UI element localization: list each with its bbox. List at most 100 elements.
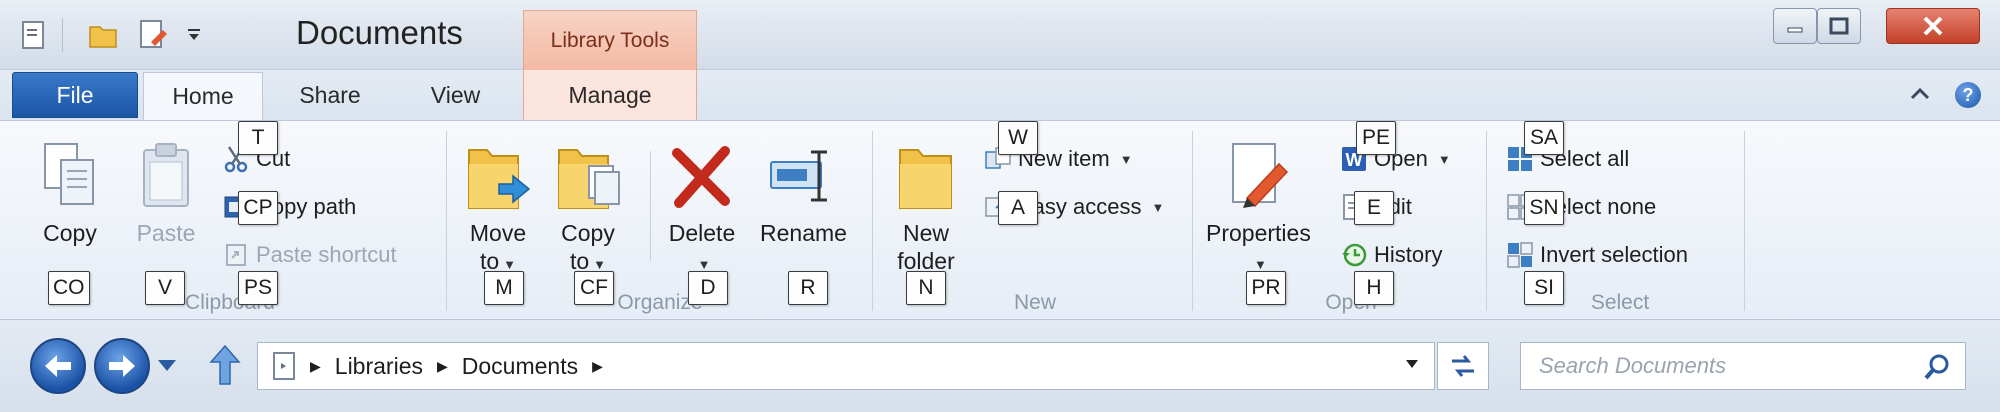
forward-arrow-icon <box>109 355 135 377</box>
keytip-easy-access: A <box>998 191 1038 225</box>
recent-locations-dropdown-icon[interactable] <box>156 356 178 379</box>
window-title: Documents <box>296 14 463 51</box>
dropdown-arrow-icon: ▼ <box>1119 151 1133 167</box>
keytip-history: H <box>1354 271 1394 305</box>
refresh-button[interactable] <box>1437 342 1489 390</box>
keytip-properties: PR <box>1246 271 1286 305</box>
tab-view[interactable]: View <box>408 72 503 118</box>
rename-label: Rename <box>760 220 847 246</box>
clipboard-group-label: Clipboard <box>185 291 275 314</box>
dropdown-arrow-icon: ▼ <box>697 257 711 272</box>
invert-selection-icon <box>1506 241 1534 269</box>
back-button[interactable] <box>30 338 86 394</box>
history-label: History <box>1374 242 1443 267</box>
keytip-copy: CO <box>48 271 90 305</box>
paste-label: Paste <box>136 220 196 246</box>
group-separator <box>872 131 873 311</box>
keytip-copy-path: CP <box>238 191 278 225</box>
breadcrumb-arrow-icon[interactable]: ▶ <box>437 358 448 375</box>
address-history-dropdown-icon[interactable] <box>1404 357 1420 376</box>
properties-icon[interactable] <box>16 16 52 54</box>
keytip-delete: D <box>688 271 728 305</box>
move-to-button[interactable]: Move to ▼ <box>462 133 534 279</box>
dropdown-arrow-icon: ▼ <box>1151 199 1165 215</box>
keytip-select-all: SA <box>1524 121 1564 155</box>
address-bar[interactable]: ▶ Libraries ▶ Documents ▶ <box>257 342 1435 390</box>
move-to-icon <box>462 133 534 219</box>
delete-label: Delete <box>668 220 736 246</box>
tab-file[interactable]: File <box>12 72 138 118</box>
paste-button[interactable]: Paste <box>130 133 202 247</box>
paste-shortcut-button[interactable]: Paste shortcut <box>222 237 397 273</box>
up-arrow-icon <box>209 344 241 385</box>
properties-large-icon <box>1222 133 1294 219</box>
edit-icon[interactable] <box>134 16 172 54</box>
new-folder-icon[interactable] <box>84 16 122 54</box>
keytip-paste: V <box>145 271 185 305</box>
forward-button[interactable] <box>94 338 150 394</box>
title-bar: Documents Library Tools <box>0 0 2000 70</box>
keytip-new-folder: N <box>906 271 946 305</box>
copy-to-icon <box>552 133 624 219</box>
group-separator <box>446 131 447 311</box>
minimize-button[interactable] <box>1773 8 1817 44</box>
keytip-move-to: M <box>484 271 524 305</box>
keytip-cut: T <box>238 121 278 155</box>
properties-button[interactable]: Properties ▼ <box>1206 133 1311 279</box>
maximize-button[interactable] <box>1817 8 1861 44</box>
tab-manage[interactable]: Manage <box>523 70 697 120</box>
paste-shortcut-label: Paste shortcut <box>256 242 397 267</box>
library-location-icon <box>272 351 296 381</box>
dropdown-arrow-icon: ▼ <box>593 257 607 272</box>
history-icon <box>1340 241 1368 269</box>
move-to-label-1: Move <box>469 220 527 246</box>
rename-button[interactable]: Rename <box>760 133 847 247</box>
keytip-copy-to: CF <box>574 271 614 305</box>
invert-selection-button[interactable]: Invert selection <box>1506 237 1688 273</box>
quick-access-separator <box>62 18 63 52</box>
up-button[interactable] <box>208 342 242 393</box>
copy-label: Copy <box>43 220 97 246</box>
copy-icon <box>34 133 106 219</box>
dropdown-arrow-icon: ▼ <box>1437 151 1451 167</box>
group-separator <box>650 151 651 261</box>
keytip-select-none: SN <box>1524 191 1564 225</box>
customize-dropdown-icon[interactable] <box>180 16 208 54</box>
keytip-invert-selection: SI <box>1524 271 1564 305</box>
help-icon[interactable]: ? <box>1955 82 1981 108</box>
tab-share[interactable]: Share <box>280 72 380 118</box>
close-icon <box>1923 16 1943 36</box>
breadcrumb-documents[interactable]: Documents <box>462 353 578 380</box>
tab-home[interactable]: Home <box>143 72 263 120</box>
breadcrumb-arrow-icon[interactable]: ▶ <box>592 358 603 375</box>
copy-button[interactable]: Copy <box>34 133 106 247</box>
paste-shortcut-icon <box>222 241 250 269</box>
contextual-tab-header: Library Tools <box>523 10 697 70</box>
breadcrumb-arrow-icon[interactable]: ▶ <box>310 358 321 375</box>
search-input[interactable] <box>1539 353 1919 379</box>
ribbon-tabs: File Home Share View Manage ? <box>0 70 2000 120</box>
minimize-ribbon-icon[interactable] <box>1908 84 1932 109</box>
delete-button[interactable]: Delete ▼ <box>666 133 738 279</box>
dropdown-arrow-icon: ▼ <box>503 257 517 272</box>
breadcrumb-libraries[interactable]: Libraries <box>335 353 423 380</box>
keytip-rename: R <box>788 271 828 305</box>
close-button[interactable] <box>1886 8 1980 44</box>
new-folder-button[interactable]: New folder <box>890 133 962 275</box>
folder-icon <box>890 133 962 219</box>
search-icon[interactable] <box>1923 353 1951 386</box>
history-button[interactable]: History <box>1340 237 1442 273</box>
group-separator <box>1486 131 1487 311</box>
ribbon-home: Copy Paste Cut Copy path Paste shortcut … <box>0 120 2000 320</box>
copy-to-label-1: Copy <box>561 220 615 246</box>
refresh-icon <box>1452 355 1474 377</box>
keytip-edit: E <box>1354 191 1394 225</box>
group-separator <box>1744 131 1745 311</box>
delete-icon <box>666 133 738 219</box>
copy-to-button[interactable]: Copy to ▼ <box>552 133 624 279</box>
keytip-paste-shortcut: PS <box>238 271 278 305</box>
keytip-open: PE <box>1356 121 1396 155</box>
search-box[interactable] <box>1520 342 1966 390</box>
navigation-bar: ▶ Libraries ▶ Documents ▶ <box>0 320 2000 412</box>
paste-icon <box>130 133 202 219</box>
